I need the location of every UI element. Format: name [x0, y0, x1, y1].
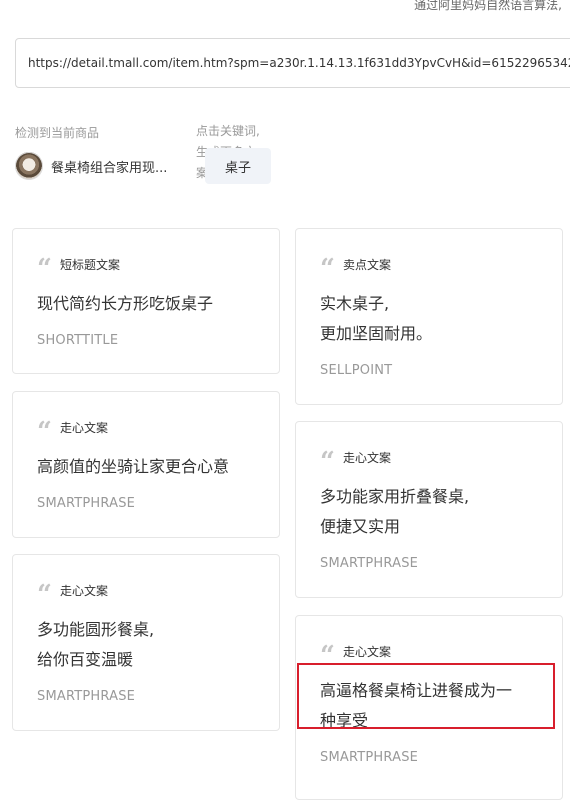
- top-note: 通过阿里妈妈自然语言算法,: [414, 0, 562, 12]
- quote-icon: “: [37, 580, 52, 610]
- copy-card-shorttitle[interactable]: “ 短标题文案 现代简约长方形吃饭桌子 SHORTTITLE: [12, 228, 280, 374]
- card-type: 卖点文案: [342, 257, 391, 272]
- card-text: 多功能圆形餐桌, 给你百变温暖: [37, 620, 155, 669]
- copy-card-sellpoint[interactable]: “ 卖点文案 实木桌子, 更加坚固耐用。 SELLPOINT: [295, 228, 563, 405]
- card-code: SMARTPHRASE: [320, 556, 419, 571]
- card-code: SHORTTITLE: [37, 333, 119, 348]
- quote-icon: “: [320, 254, 335, 284]
- card-code: SMARTPHRASE: [320, 750, 419, 765]
- keyword-chip[interactable]: 桌子: [205, 148, 271, 184]
- card-code: SMARTPHRASE: [37, 496, 136, 511]
- card-text: 多功能家用折叠餐桌, 便捷又实用: [320, 487, 470, 536]
- card-text: 高颜值的坐骑让家更合心意: [37, 457, 230, 476]
- copy-card-smartphrase-2[interactable]: “ 走心文案 多功能家用折叠餐桌, 便捷又实用 SMARTPHRASE: [295, 421, 563, 598]
- card-type: 走心文案: [342, 644, 391, 659]
- quote-icon: “: [320, 447, 335, 477]
- card-type: 走心文案: [59, 420, 108, 435]
- card-type: 走心文案: [342, 450, 391, 465]
- card-code: SMARTPHRASE: [37, 689, 136, 704]
- quote-icon: “: [37, 254, 52, 284]
- card-code: SELLPOINT: [320, 363, 393, 378]
- copy-card-smartphrase-1[interactable]: “ 走心文案 高颜值的坐骑让家更合心意 SMARTPHRASE: [12, 391, 280, 538]
- detected-product-label: 检测到当前商品: [15, 126, 100, 140]
- card-type: 走心文案: [59, 583, 108, 598]
- card-text: 现代简约长方形吃饭桌子: [37, 294, 214, 313]
- product-name: 餐桌椅组合家用现...: [51, 160, 168, 176]
- card-text: 实木桌子, 更加坚固耐用。: [320, 294, 433, 343]
- highlight-annotation-box: [297, 663, 555, 729]
- copy-card-smartphrase-3[interactable]: “ 走心文案 多功能圆形餐桌, 给你百变温暖 SMARTPHRASE: [12, 554, 280, 731]
- url-input[interactable]: https://detail.tmall.com/item.htm?spm=a2…: [15, 38, 570, 88]
- product-thumbnail: [15, 152, 43, 180]
- card-type: 短标题文案: [59, 257, 120, 272]
- quote-icon: “: [37, 417, 52, 447]
- url-input-value: https://detail.tmall.com/item.htm?spm=a2…: [28, 56, 570, 70]
- detected-product[interactable]: 餐桌椅组合家用现...: [15, 152, 167, 180]
